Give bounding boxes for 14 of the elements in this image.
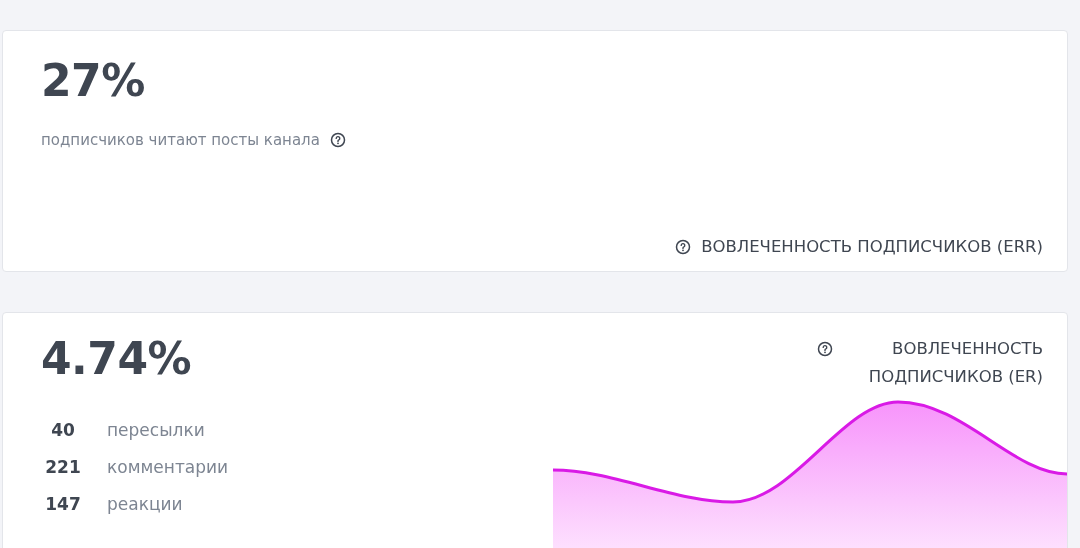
stat-value: 27% (41, 59, 146, 103)
stat-count: 40 (50, 419, 76, 442)
help-icon[interactable] (329, 132, 346, 148)
stat-count: 221 (44, 456, 82, 479)
metric-title: ВОВЛЕЧЕННОСТЬ ПОДПИСЧИКОВ (ER) (867, 338, 1043, 388)
stat-label: реакции (107, 493, 184, 516)
stat-label: комментарии (107, 456, 229, 479)
stat-value: 4.74% (41, 337, 193, 381)
stat-caption: подписчиков читают посты канала (41, 131, 320, 149)
stat-label: пересылки (107, 419, 206, 442)
help-icon[interactable] (675, 239, 692, 255)
help-icon[interactable] (817, 341, 833, 357)
metric-title: ВОВЛЕЧЕННОСТЬ ПОДПИСЧИКОВ (ERR) (701, 236, 1043, 258)
stat-count: 147 (44, 493, 82, 516)
